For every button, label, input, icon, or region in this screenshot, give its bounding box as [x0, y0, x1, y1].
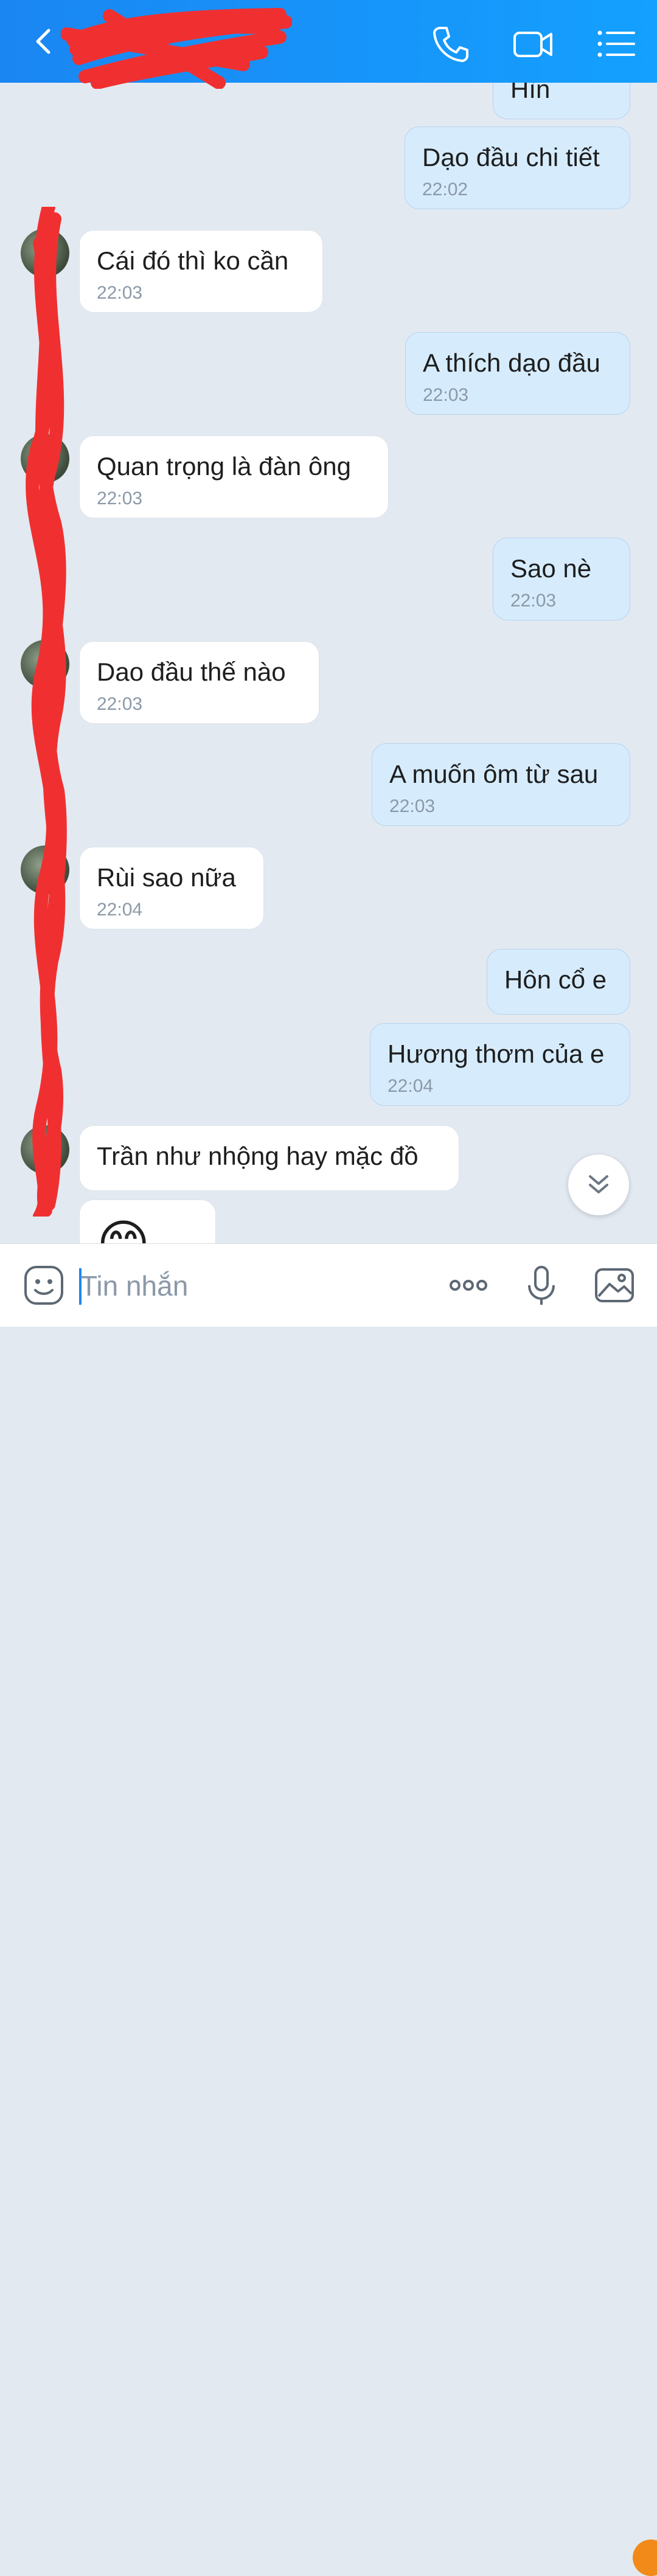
more-dots-icon[interactable] [447, 1263, 490, 1307]
message-bubble-incoming[interactable]: 😊 [79, 1199, 216, 1243]
message-composer [0, 1243, 657, 2576]
message-time: 22:03 [389, 796, 436, 816]
message-text: Hôn cổ e [504, 965, 607, 994]
message-list[interactable]: Hìn Dạo đầu chi tiết 22:02 Cái đó thì ko… [0, 83, 657, 1243]
message-text: Hìn [510, 83, 551, 103]
back-arrow-icon[interactable] [27, 23, 63, 60]
floating-badge[interactable] [633, 2540, 657, 2576]
phone-icon[interactable] [429, 22, 473, 66]
message-time: 22:03 [97, 283, 143, 303]
message-time: 22:03 [97, 488, 143, 509]
message-text: Dao đầu thế nào [97, 658, 286, 686]
message-bubble-incoming[interactable]: Quan trọng là đàn ông 22:03 [79, 436, 389, 518]
emoji-message: 😊 [97, 1213, 198, 1243]
microphone-icon[interactable] [520, 1263, 563, 1307]
message-text: Cái đó thì ko cần [97, 246, 289, 275]
scroll-to-bottom-button[interactable] [568, 1154, 629, 1215]
message-bubble-outgoing[interactable]: Sao nè 22:03 [493, 538, 630, 620]
message-bubble-outgoing[interactable]: Hìn [493, 83, 630, 119]
message-bubble-outgoing[interactable]: Hương thơm của e 22:04 [370, 1023, 630, 1106]
message-text: A muốn ôm từ sau [389, 760, 599, 788]
sticker-icon[interactable] [22, 1263, 66, 1307]
menu-list-icon[interactable] [594, 22, 638, 66]
message-bubble-incoming[interactable]: Rùi sao nữa 22:04 [79, 847, 264, 929]
message-time: 22:04 [388, 1076, 434, 1096]
message-time: 22:03 [510, 591, 557, 611]
message-bubble-outgoing[interactable]: A muốn ôm từ sau 22:03 [372, 743, 630, 826]
message-bubble-outgoing[interactable]: Dạo đầu chi tiết 22:02 [405, 127, 630, 209]
message-text: Trần như nhộng hay mặc đồ [97, 1142, 419, 1170]
message-text: Hương thơm của e [388, 1040, 605, 1068]
image-icon[interactable] [593, 1263, 636, 1307]
message-time: 22:02 [422, 179, 468, 200]
message-time: 22:03 [97, 694, 143, 714]
chat-header: uyen [0, 0, 657, 89]
message-text: Rùi sao nữa [97, 863, 236, 892]
message-text: Dạo đầu chi tiết [422, 143, 600, 172]
message-bubble-incoming[interactable]: Dao đầu thế nào 22:03 [79, 641, 319, 724]
message-input[interactable] [79, 1265, 422, 1307]
redaction-scribble [61, 8, 292, 89]
message-text: A thích dạo đầu [423, 349, 600, 377]
message-text: Quan trọng là đàn ông [97, 452, 351, 481]
video-icon[interactable] [511, 22, 555, 66]
message-time: 22:04 [97, 900, 143, 920]
message-text: Sao nè [510, 554, 592, 583]
message-bubble-outgoing[interactable]: A thích dạo đầu 22:03 [405, 332, 630, 415]
message-bubble-incoming[interactable]: Cái đó thì ko cần 22:03 [79, 230, 323, 313]
message-bubble-incoming[interactable]: Trần như nhộng hay mặc đồ [79, 1125, 459, 1191]
message-bubble-outgoing[interactable]: Hôn cổ e [487, 949, 630, 1015]
message-time: 22:03 [423, 385, 469, 405]
redaction-scribble [26, 207, 67, 1217]
chevron-double-down-icon [589, 1175, 608, 1193]
